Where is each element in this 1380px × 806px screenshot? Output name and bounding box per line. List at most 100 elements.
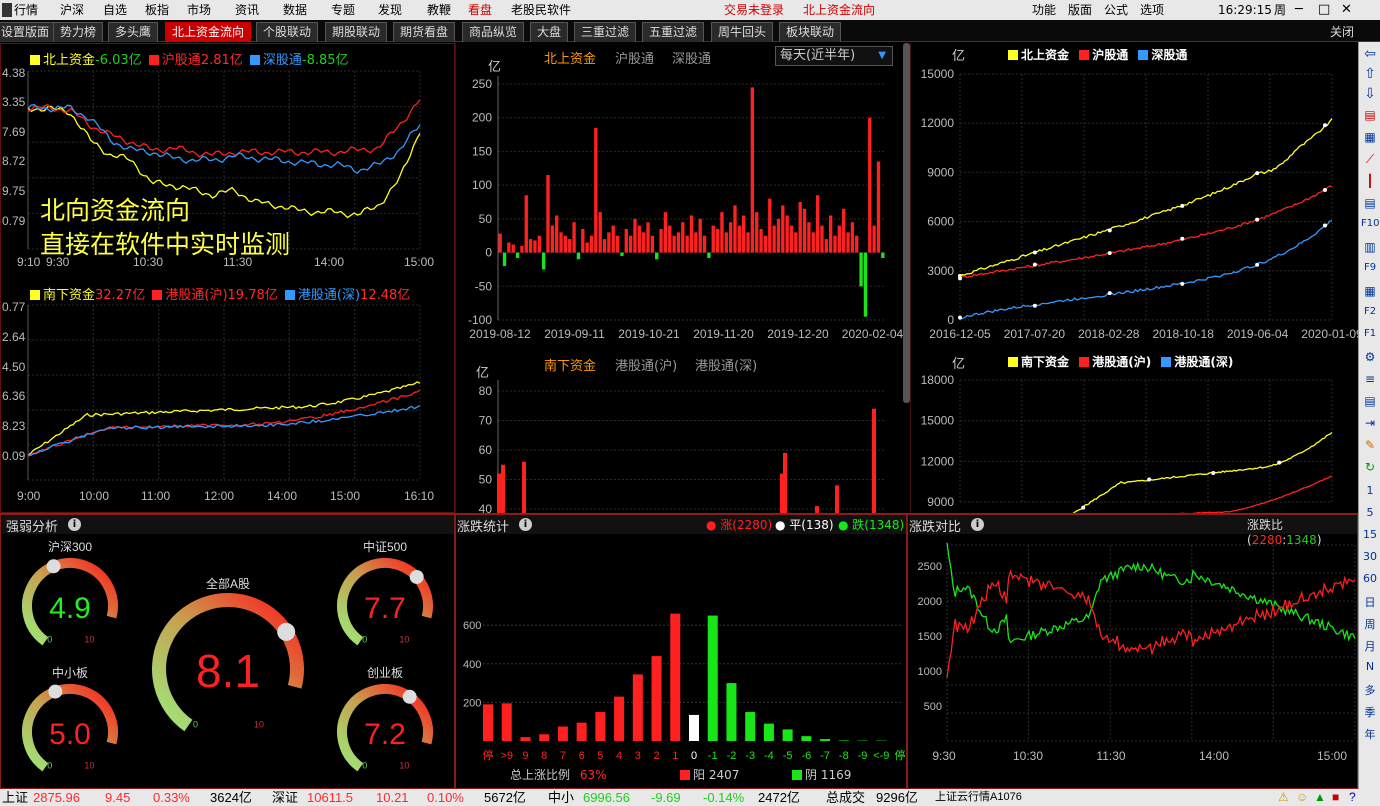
menu-jiaobian[interactable]: 教鞭	[427, 2, 451, 18]
dn-tab-sz[interactable]: 深股通	[672, 48, 711, 67]
sz-index-label[interactable]: 深证	[272, 789, 298, 806]
ni-y-tick: 0.79	[2, 214, 26, 228]
period-month[interactable]: 月	[1361, 638, 1379, 654]
tab-weekly-bull[interactable]: 周牛回头	[711, 22, 774, 42]
f2-icon[interactable]: F2	[1361, 306, 1379, 317]
daily-bar	[681, 222, 685, 253]
period-1min[interactable]: 1	[1361, 484, 1379, 497]
menu-zhuanti[interactable]: 专题	[331, 2, 355, 18]
daily-bar	[742, 215, 746, 253]
menu-laogumin[interactable]: 老股民软件	[511, 2, 571, 18]
sh-index-label[interactable]: 上证	[2, 789, 28, 806]
tab-futures-stock-link[interactable]: 期股联动	[325, 22, 388, 42]
gauge-name: 中证500	[363, 539, 407, 554]
tab-triple-filter[interactable]: 三重过滤	[574, 22, 637, 42]
period-year[interactable]: 年	[1361, 726, 1379, 742]
smile-icon[interactable]: ☺	[1296, 789, 1308, 806]
zx-index-label[interactable]: 中小	[548, 789, 574, 806]
gauge-max: 10	[84, 635, 94, 645]
candlestick-icon[interactable]: ┃	[1361, 174, 1379, 188]
cn-legend-north-swatch	[1008, 50, 1018, 60]
pencil-icon[interactable]: ✎	[1361, 438, 1379, 452]
daily-bar	[689, 215, 694, 253]
menu-zixuan[interactable]: 自选	[103, 2, 127, 18]
close-icon[interactable]: ✕	[1341, 2, 1352, 18]
export-icon[interactable]: ⇥	[1361, 416, 1379, 430]
arrow-left-icon[interactable]: ⇦	[1361, 46, 1379, 62]
marker-dot	[1147, 477, 1152, 482]
ds-tab-hksz[interactable]: 港股通(深)	[695, 355, 757, 374]
maximize-icon[interactable]: □	[1318, 2, 1330, 18]
signal-icon[interactable]: ▲	[1314, 789, 1326, 806]
period-5min[interactable]: 5	[1361, 506, 1379, 519]
menu-kanpan[interactable]: 看盘	[468, 2, 492, 18]
f9-icon[interactable]: F9	[1361, 262, 1379, 273]
refresh-icon[interactable]: ↻	[1361, 460, 1379, 474]
f1-icon[interactable]: F1	[1361, 328, 1379, 339]
cs-legend-south: 南下资金	[1021, 355, 1070, 369]
category-label: -5	[783, 750, 793, 762]
period-quarter[interactable]: 季	[1361, 704, 1379, 720]
network-icon[interactable]: ■	[1332, 789, 1339, 806]
tab-shililbang[interactable]: 势力榜	[53, 22, 104, 42]
server-name[interactable]: 上证云行情A1076	[935, 789, 1022, 806]
menu-shichang[interactable]: 市场	[187, 2, 211, 18]
f10-icon[interactable]: F10	[1361, 218, 1379, 229]
info-icon[interactable]: i	[519, 518, 532, 531]
menu-gongshi[interactable]: 公式	[1104, 2, 1128, 18]
ds-tab-south[interactable]: 南下资金	[544, 355, 596, 374]
menu-zixun[interactable]: 资讯	[235, 2, 259, 18]
tab-five-filter[interactable]: 五重过滤	[642, 22, 705, 42]
panel-icon[interactable]: ▤	[1361, 394, 1379, 408]
grid-icon[interactable]: ▦	[1361, 284, 1379, 298]
arrow-down-icon[interactable]: ⇩	[1361, 86, 1379, 102]
list-icon[interactable]: ▤	[1361, 196, 1379, 210]
tab-layout-settings[interactable]: 设置版面	[0, 22, 57, 42]
period-week[interactable]: 周	[1361, 616, 1379, 632]
help-icon[interactable]: ?	[1349, 789, 1356, 806]
daily-bar	[507, 242, 511, 253]
menu-xuanxiang[interactable]: 选项	[1140, 2, 1164, 18]
tab-commodity-overview[interactable]: 商品纵览	[462, 22, 525, 42]
trade-login-notice[interactable]: 交易未登录	[724, 2, 784, 18]
menu-banmian[interactable]: 版面	[1068, 2, 1092, 18]
period-30min[interactable]: 30	[1361, 550, 1379, 563]
period-60min[interactable]: 60	[1361, 572, 1379, 585]
marker-dot	[1180, 203, 1185, 208]
period-multi[interactable]: 多	[1361, 682, 1379, 698]
app-icon[interactable]	[2, 3, 12, 17]
menu-icon[interactable]: ≡	[1361, 372, 1379, 386]
period-day[interactable]: 日	[1361, 594, 1379, 610]
tab-market[interactable]: 大盘	[530, 22, 569, 42]
period-15min[interactable]: 15	[1361, 528, 1379, 541]
menu-hangqing[interactable]: 行情	[14, 2, 38, 18]
minimize-icon[interactable]: ─	[1295, 2, 1303, 18]
gauge-max: 10	[399, 761, 409, 771]
table-icon[interactable]: ▦	[1361, 130, 1379, 144]
arrow-up-icon[interactable]: ⇧	[1361, 66, 1379, 82]
y-tick-label: 2000	[918, 596, 942, 608]
alert-icon[interactable]: ⚠	[1278, 789, 1289, 806]
dn-tab-north[interactable]: 北上资金	[544, 48, 596, 67]
info-icon[interactable]: i	[68, 518, 81, 531]
menu-shuju[interactable]: 数据	[283, 2, 307, 18]
doc-icon[interactable]: ▥	[1361, 240, 1379, 254]
info-icon[interactable]: i	[971, 518, 984, 531]
quote-icon[interactable]: ▤	[1361, 108, 1379, 122]
tab-futures-watch[interactable]: 期货看盘	[393, 22, 456, 42]
menu-faxian[interactable]: 发现	[378, 2, 402, 18]
dn-tab-sh[interactable]: 沪股通	[615, 48, 654, 67]
period-dropdown[interactable]: 每天(近半年) ▼	[775, 46, 893, 66]
ds-tab-hksh[interactable]: 港股通(沪)	[615, 355, 677, 374]
menu-hushen[interactable]: 沪深	[60, 2, 84, 18]
close-layout-button[interactable]: 关闭	[1330, 23, 1354, 40]
tab-stock-link[interactable]: 个股联动	[256, 22, 319, 42]
tab-sector-link[interactable]: 板块联动	[779, 22, 842, 42]
period-n[interactable]: N	[1361, 660, 1379, 673]
menu-banzhi[interactable]: 板指	[145, 2, 169, 18]
settings-icon[interactable]: ⚙	[1361, 350, 1379, 364]
menu-gongneng[interactable]: 功能	[1032, 2, 1056, 18]
tab-northbound-flow[interactable]: 北上资金流向	[165, 22, 252, 42]
tab-duotouying[interactable]: 多头鹰	[108, 22, 159, 42]
line-chart-icon[interactable]: ⟋	[1361, 152, 1379, 167]
